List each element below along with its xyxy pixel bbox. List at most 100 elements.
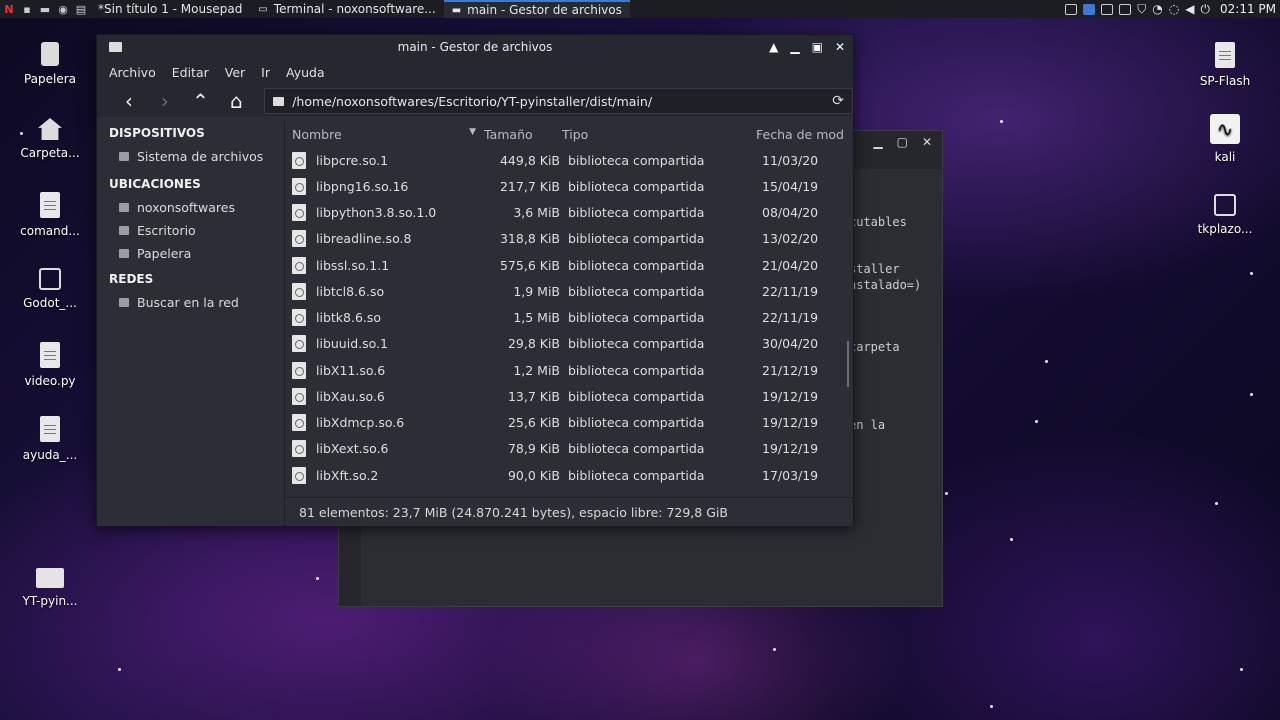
file-row[interactable]: libpcre.so.1 449,8 KiB biblioteca comparti…: [286, 147, 853, 173]
window-tray-icon[interactable]: [1065, 3, 1078, 15]
keep-above-icon[interactable]: ▲: [769, 40, 778, 54]
file-row[interactable]: libpython3.8.so.1.0 3,6 MiB biblioteca com…: [286, 200, 853, 226]
home-button[interactable]: ⌂: [218, 87, 254, 115]
file-name-cell: libXft.so.2: [286, 466, 484, 484]
file-row[interactable]: libXau.so.6 13,7 KiB biblioteca compartida…: [286, 383, 853, 409]
file-type: biblioteca compartida: [568, 415, 705, 431]
shared-library-icon: [292, 204, 306, 222]
file-row[interactable]: libssl.so.1.1 575,6 KiB biblioteca compart…: [286, 252, 853, 278]
desktop-icon-trash[interactable]: Papelera: [10, 42, 90, 86]
file-row[interactable]: libpng16.so.16 217,7 KiB biblioteca compar…: [286, 173, 853, 199]
titlebar[interactable]: main - Gestor de archivos ▲ ▁ ▣ ✕: [97, 35, 853, 59]
menu-ver[interactable]: Ver: [217, 65, 253, 80]
image-tray-icon[interactable]: [1101, 3, 1114, 15]
sidebar-item-trash[interactable]: Papelera: [97, 242, 284, 265]
task-terminal[interactable]: ▭ Terminal - noxonsoftware...: [250, 0, 443, 18]
file-type: biblioteca compartida: [568, 441, 705, 457]
menu-editar[interactable]: Editar: [164, 65, 217, 80]
folder-icon[interactable]: ▬: [36, 0, 54, 18]
sidebar-item-browse-network[interactable]: Buscar en la red: [97, 291, 284, 314]
minimize-icon[interactable]: ▁: [790, 40, 799, 54]
volume-icon[interactable]: ◀: [1185, 2, 1194, 16]
location-bar[interactable]: /home/noxonsoftwares/Escritorio/YT-pyins…: [264, 88, 853, 114]
file-name: libpng16.so.16: [316, 178, 409, 194]
file-name: libX11.so.6: [316, 362, 386, 378]
clock[interactable]: 02:11 PM: [1220, 2, 1276, 16]
desktop-icon-video-py[interactable]: video.py: [10, 342, 90, 388]
system-tray: ⛉ ◔ ◌ ◀ ⏻ 02:11 PM: [1065, 2, 1280, 17]
menu-ir[interactable]: Ir: [253, 65, 278, 80]
forward-button[interactable]: ›: [147, 87, 183, 115]
back-button[interactable]: ‹: [111, 87, 147, 115]
desktop-icon-godot[interactable]: Godot_...: [10, 268, 90, 310]
file-name: libXft.so.2: [316, 467, 379, 483]
power-icon[interactable]: ⏻: [1201, 2, 1211, 17]
file-row[interactable]: libXdmcp.so.6 25,6 KiB biblioteca comparti…: [286, 410, 853, 436]
sidebar: DISPOSITIVOS Sistema de archivos UBICACI…: [97, 121, 285, 526]
minimize-all-icon[interactable]: ▪: [18, 0, 36, 18]
close-icon[interactable]: ✕: [835, 40, 845, 54]
file-row[interactable]: libXft.so.2 90,0 KiB biblioteca compartida…: [286, 462, 853, 488]
column-type[interactable]: Tipo: [562, 127, 756, 142]
maximize-icon[interactable]: ▣: [812, 40, 823, 54]
reload-icon[interactable]: ⟳: [832, 93, 844, 109]
sidebar-item-home[interactable]: noxonsoftwares: [97, 196, 284, 219]
file-row[interactable]: libtcl8.6.so 1,9 MiB biblioteca compartida…: [286, 278, 853, 304]
file-size: 78,9 KiB: [507, 441, 560, 457]
desktop-icon-home[interactable]: Carpeta...: [10, 118, 90, 160]
sidebar-heading-network: REDES: [109, 272, 154, 286]
minimize-icon[interactable]: ▁: [873, 135, 882, 149]
shared-library-icon: [292, 387, 306, 405]
folder-icon: ▬: [451, 4, 462, 16]
shared-library-icon: [292, 309, 306, 327]
network-icon: [119, 298, 129, 307]
file-manager-window[interactable]: main - Gestor de archivos ▲ ▁ ▣ ✕ Archiv…: [96, 34, 854, 526]
sidebar-heading-devices: DISPOSITIVOS: [109, 126, 205, 140]
shared-library-icon: [292, 256, 306, 274]
shield-icon[interactable]: ⛉: [1137, 2, 1146, 17]
camera-tray-icon[interactable]: [1083, 3, 1096, 15]
column-size[interactable]: Tamaño: [484, 127, 562, 142]
file-row[interactable]: libuuid.so.1 29,8 KiB biblioteca compartid…: [286, 331, 853, 357]
file-name-cell: libpcre.so.1: [286, 151, 484, 169]
scrollbar[interactable]: [847, 341, 849, 387]
desktop-icon-comandos[interactable]: comand...: [10, 192, 90, 238]
file-name: libuuid.so.1: [316, 336, 388, 352]
file-row[interactable]: libX11.so.6 1,2 MiB biblioteca compartida 2…: [286, 357, 853, 383]
wifi-icon[interactable]: ◔: [1152, 2, 1162, 16]
terminal-line: en la: [849, 418, 886, 432]
menu-archivo[interactable]: Archivo: [101, 65, 164, 80]
browser-icon[interactable]: ◉: [54, 0, 72, 18]
app-menu-icon[interactable]: N: [0, 0, 18, 18]
sidebar-item-filesystem[interactable]: Sistema de archivos: [97, 145, 284, 168]
maximize-icon[interactable]: ▢: [897, 135, 908, 149]
desktop-icon-sp-flash[interactable]: SP-Flash: [1185, 42, 1265, 88]
notifications-icon[interactable]: ◌: [1169, 2, 1179, 16]
shared-library-icon: [292, 230, 306, 248]
close-icon[interactable]: ✕: [922, 135, 932, 149]
task-mousepad[interactable]: *Sin título 1 - Mousepad: [90, 0, 250, 18]
file-row[interactable]: libXext.so.6 78,9 KiB biblioteca compartid…: [286, 436, 853, 462]
desktop-icon-tkplazo[interactable]: tkplazo...: [1185, 194, 1265, 236]
file-list[interactable]: Nombre ▼ Tamaño Tipo Fecha de mod libpcr…: [286, 121, 853, 496]
desktop-icon-yt-pyinstaller[interactable]: YT-pyin...: [10, 562, 90, 608]
parent-folder-button[interactable]: ⌃: [183, 87, 219, 115]
desktop-icon-ayuda[interactable]: ayuda_...: [10, 416, 90, 462]
clipboard-tray-icon[interactable]: [1119, 3, 1132, 15]
desktop-icon-kali[interactable]: ∿ kali: [1185, 114, 1265, 164]
file-row[interactable]: libreadline.so.8 318,8 KiB biblioteca comp…: [286, 226, 853, 252]
file-name-cell: libreadline.so.8: [286, 230, 484, 248]
column-date[interactable]: Fecha de mod: [756, 127, 853, 142]
file-name-cell: libXdmcp.so.6: [286, 414, 484, 432]
file-name: libpcre.so.1: [316, 152, 389, 168]
terminal-line: nstalado=): [849, 278, 922, 292]
file-date: 22/11/19: [762, 310, 819, 326]
file-row[interactable]: libtk8.6.so 1,5 MiB biblioteca compartida 2…: [286, 305, 853, 331]
column-name[interactable]: Nombre ▼: [286, 127, 484, 142]
menu-ayuda[interactable]: Ayuda: [278, 65, 333, 80]
task-file-manager[interactable]: ▬ main - Gestor de archivos: [443, 0, 630, 18]
text-editor-icon[interactable]: ▤: [72, 0, 90, 18]
shared-library-icon: [292, 151, 306, 169]
shared-library-icon: [292, 282, 306, 300]
sidebar-item-desktop[interactable]: Escritorio: [97, 219, 284, 242]
